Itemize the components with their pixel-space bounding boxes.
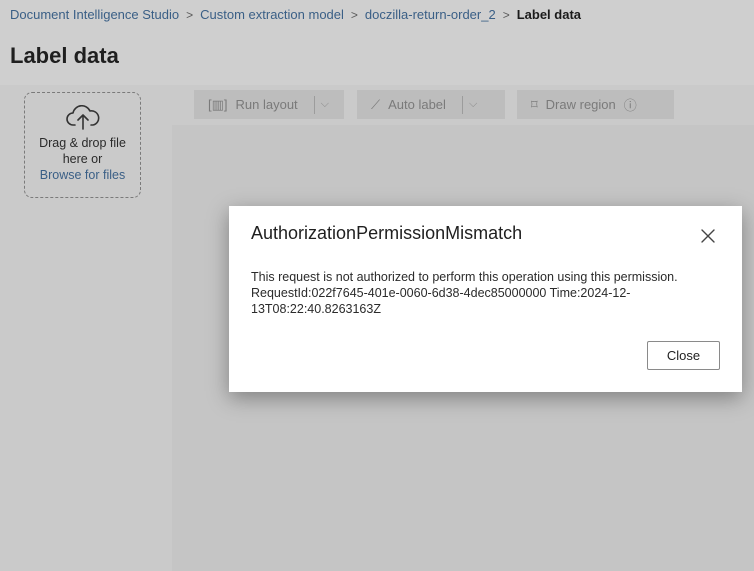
auto-label-label: Auto label [388, 97, 446, 112]
breadcrumb-separator: > [502, 7, 510, 22]
run-layout-label: Run layout [235, 97, 298, 112]
file-dropzone[interactable]: Drag & drop file here or Browse for file… [24, 92, 141, 198]
draw-region-icon: ⌑ [531, 96, 538, 112]
breadcrumb-item-project[interactable]: doczilla-return-order_2 [365, 7, 496, 22]
dialog-message-line2: RequestId:022f7645-401e-0060-6d38-4dec85… [251, 286, 631, 300]
breadcrumb: Document Intelligence Studio > Custom ex… [10, 7, 581, 22]
cloud-upload-icon [65, 105, 99, 130]
dialog-message: This request is not authorized to perfor… [251, 269, 721, 317]
close-button[interactable]: Close [647, 341, 720, 370]
auto-label-button[interactable]: ⟋ Auto label ⌵ [357, 90, 505, 119]
breadcrumb-current: Label data [516, 7, 582, 22]
wand-icon: ⟋ [371, 96, 381, 112]
dialog-message-line3: 13T08:22:40.8263163Z [251, 302, 381, 316]
page-title: Label data [10, 43, 119, 68]
chevron-down-icon[interactable]: ⌵ [321, 98, 329, 111]
error-dialog: AuthorizationPermissionMismatch This req… [229, 206, 742, 392]
layout-icon: [▥] [208, 96, 228, 112]
dialog-title: AuthorizationPermissionMismatch [251, 223, 523, 243]
run-layout-button[interactable]: [▥] Run layout ⌵ [194, 90, 344, 119]
breadcrumb-separator: > [186, 7, 194, 22]
breadcrumb-separator: > [350, 7, 358, 22]
dropzone-text-line1: Drag & drop file [39, 136, 126, 150]
chevron-down-icon[interactable]: ⌵ [469, 98, 477, 111]
close-icon[interactable] [698, 226, 718, 246]
breadcrumb-item-custom-model[interactable]: Custom extraction model [200, 7, 344, 22]
info-icon[interactable]: ⓘ [624, 95, 637, 114]
dropzone-text-line2: here or [62, 152, 103, 166]
split-divider [461, 95, 463, 114]
draw-region-button[interactable]: ⌑ Draw region ⓘ [517, 90, 674, 119]
browse-files-link[interactable]: Browse for files [25, 167, 140, 183]
dialog-message-line1: This request is not authorized to perfor… [251, 270, 678, 284]
split-divider [313, 95, 315, 114]
breadcrumb-item-studio[interactable]: Document Intelligence Studio [10, 7, 179, 22]
label-toolbar: [▥] Run layout ⌵ ⟋ Auto label ⌵ ⌑ Draw r… [172, 85, 754, 125]
file-list-pane: Drag & drop file here or Browse for file… [0, 85, 172, 571]
draw-region-label: Draw region [545, 97, 616, 112]
